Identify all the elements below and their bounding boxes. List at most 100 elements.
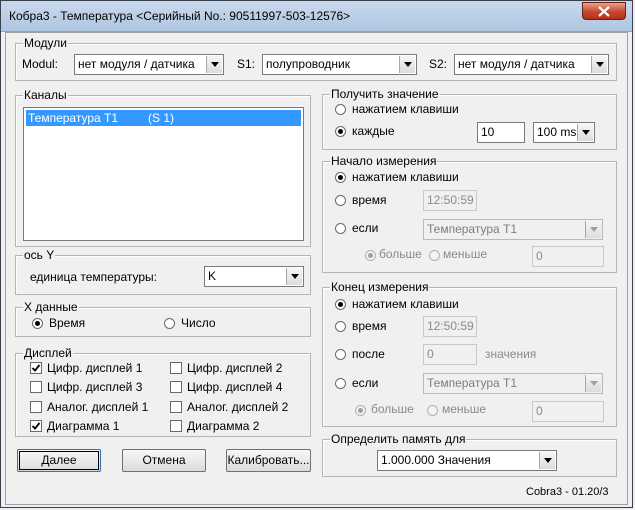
end-less-radio[interactable]	[427, 405, 438, 416]
chevron-down-icon[interactable]	[539, 452, 555, 469]
channel-row[interactable]: Температура T1 (S 1)	[26, 110, 301, 126]
channel-name: Температура T1	[28, 111, 119, 125]
display-checkbox[interactable]	[170, 401, 182, 413]
x-number-label[interactable]: Число	[181, 315, 216, 331]
end-time-label[interactable]: время	[352, 318, 386, 334]
start-measurement-group: Начало измерения нажатием клавиши время …	[322, 154, 617, 273]
end-if-label[interactable]: если	[352, 375, 378, 391]
end-after-input[interactable]: 0	[423, 344, 477, 365]
window-title: Кобра3 - Температура <Серийный No.: 9051…	[9, 9, 351, 23]
end-after-unit: значения	[485, 347, 537, 361]
start-time-radio[interactable]	[335, 195, 346, 206]
chevron-down-icon[interactable]	[577, 124, 593, 141]
display-label[interactable]: Цифр. дисплей 1	[47, 360, 142, 376]
close-button[interactable]	[582, 2, 626, 20]
s1-label: S1:	[237, 57, 256, 71]
y-axis-group: ось Y единица температуры: K	[15, 248, 311, 295]
x-data-group: X данные Время Число	[15, 300, 311, 337]
display-label[interactable]: Цифр. дисплей 3	[47, 379, 142, 395]
display-checkbox[interactable]	[170, 420, 182, 432]
start-if-label[interactable]: если	[352, 220, 378, 236]
start-on-key-label[interactable]: нажатием клавиши	[352, 169, 459, 185]
memory-select[interactable]: 1.000.000 Значения	[377, 450, 557, 471]
channel-sensor: (S 1)	[148, 111, 175, 125]
s2-label: S2:	[429, 57, 448, 71]
chevron-down-icon[interactable]	[585, 221, 601, 238]
chevron-down-icon[interactable]	[206, 56, 222, 73]
temperature-unit-select[interactable]: K	[204, 266, 304, 287]
chevron-down-icon[interactable]	[286, 268, 302, 285]
end-time-input[interactable]: 12:50:59	[423, 316, 477, 337]
start-less-label[interactable]: меньше	[443, 246, 487, 262]
end-on-key-label[interactable]: нажатием клавиши	[352, 296, 459, 312]
start-threshold-input[interactable]: 0	[532, 246, 604, 267]
modul-label: Modul:	[22, 57, 59, 71]
display-label[interactable]: Диаграмма 1	[47, 418, 119, 434]
interval-input[interactable]: 10	[477, 122, 525, 143]
display-label[interactable]: Цифр. дисплей 4	[187, 379, 282, 395]
displays-group: Дисплей Цифр. дисплей 1 Цифр. дисплей 2 …	[15, 346, 311, 437]
start-greater-label[interactable]: больше	[379, 246, 422, 262]
chevron-down-icon[interactable]	[591, 56, 607, 73]
end-after-radio[interactable]	[335, 349, 346, 360]
end-threshold-input[interactable]: 0	[532, 401, 604, 422]
display-label[interactable]: Диаграмма 2	[187, 418, 259, 434]
get-value-legend: Получить значение	[330, 87, 440, 101]
y-axis-legend: ось Y	[23, 248, 56, 262]
end-less-label[interactable]: меньше	[442, 401, 486, 417]
start-if-radio[interactable]	[335, 223, 346, 234]
memory-legend: Определить память для	[330, 432, 467, 446]
modules-group: Модули Modul: нет модуля / датчика S1: п…	[15, 36, 617, 81]
display-label[interactable]: Аналог. дисплей 1	[47, 399, 148, 415]
modul-select[interactable]: нет модуля / датчика	[74, 54, 224, 75]
start-time-label[interactable]: время	[352, 192, 386, 208]
start-greater-radio[interactable]	[365, 250, 376, 261]
start-channel-select[interactable]: Температура T1	[423, 219, 603, 240]
end-channel-select[interactable]: Температура T1	[423, 373, 603, 394]
display-checkbox[interactable]	[30, 420, 42, 432]
end-on-key-radio[interactable]	[335, 299, 346, 310]
get-on-key-label[interactable]: нажатием клавиши	[352, 101, 459, 117]
display-checkbox[interactable]	[30, 401, 42, 413]
channels-list[interactable]: Температура T1 (S 1)	[23, 107, 304, 241]
display-checkbox[interactable]	[170, 381, 182, 393]
end-after-label[interactable]: после	[352, 346, 385, 362]
interval-unit-select[interactable]: 100 ms	[533, 122, 595, 143]
end-greater-radio[interactable]	[355, 405, 366, 416]
x-number-radio[interactable]	[164, 318, 175, 329]
x-time-label[interactable]: Время	[49, 315, 85, 331]
chevron-down-icon[interactable]	[585, 375, 601, 392]
dialog-client-area: Модули Modul: нет модуля / датчика S1: п…	[5, 32, 628, 505]
chevron-down-icon[interactable]	[399, 56, 415, 73]
s2-select[interactable]: нет модуля / датчика	[454, 54, 609, 75]
s1-select[interactable]: полупроводник	[262, 54, 417, 75]
close-icon	[598, 6, 610, 17]
next-button[interactable]: Далее	[17, 449, 101, 472]
end-if-radio[interactable]	[335, 378, 346, 389]
get-every-label[interactable]: каждые	[352, 123, 395, 139]
display-checkbox[interactable]	[30, 362, 42, 374]
display-label[interactable]: Цифр. дисплей 2	[187, 360, 282, 376]
display-checkbox[interactable]	[170, 362, 182, 374]
get-every-radio[interactable]	[335, 126, 346, 137]
end-measurement-group: Конец измерения нажатием клавиши время 1…	[322, 280, 617, 427]
displays-legend: Дисплей	[23, 346, 73, 360]
title-bar[interactable]: Кобра3 - Температура <Серийный No.: 9051…	[1, 1, 632, 32]
end-time-radio[interactable]	[335, 321, 346, 332]
end-legend: Конец измерения	[330, 280, 430, 294]
start-legend: Начало измерения	[330, 154, 438, 168]
dialog-window: Кобра3 - Температура <Серийный No.: 9051…	[0, 0, 633, 508]
get-on-key-radio[interactable]	[335, 104, 346, 115]
calibrate-button[interactable]: Калибровать...	[226, 449, 311, 472]
start-less-radio[interactable]	[429, 250, 440, 261]
cancel-button[interactable]: Отмена	[122, 449, 206, 472]
display-label[interactable]: Аналог. дисплей 2	[187, 399, 288, 415]
start-time-input[interactable]: 12:50:59	[423, 190, 477, 211]
modules-legend: Модули	[23, 36, 68, 50]
start-on-key-radio[interactable]	[335, 172, 346, 183]
display-checkbox[interactable]	[30, 381, 42, 393]
checkmark-icon	[31, 364, 41, 372]
end-greater-label[interactable]: больше	[371, 401, 414, 417]
channels-group: Каналы Температура T1 (S 1)	[15, 88, 311, 247]
x-time-radio[interactable]	[32, 318, 43, 329]
